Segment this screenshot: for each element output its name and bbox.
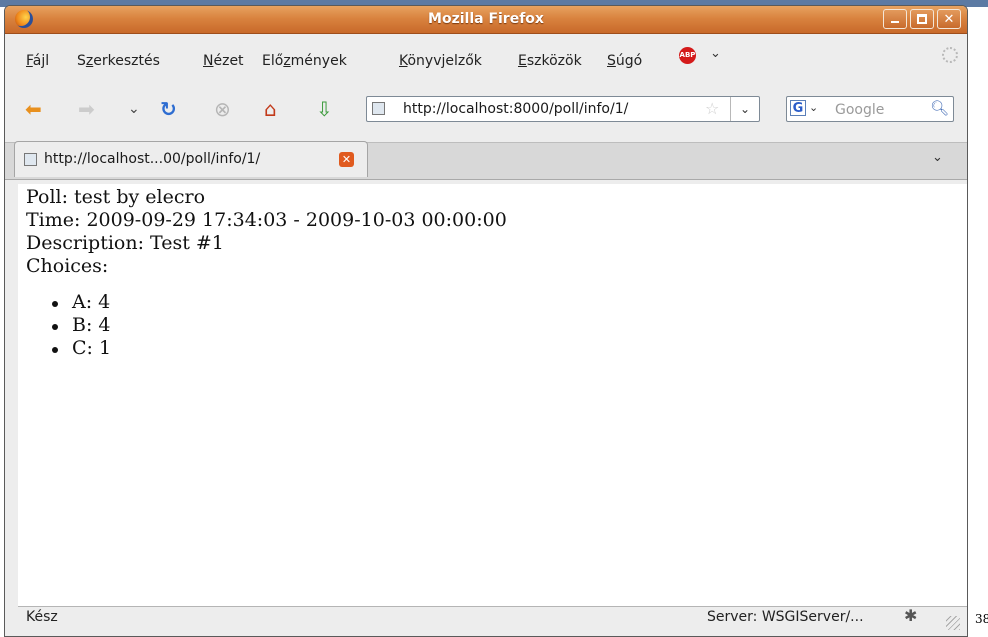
home-icon[interactable]: ⌂ <box>264 98 277 120</box>
url-bar[interactable]: http://localhost:8000/poll/info/1/ ☆ ⌄ <box>366 96 760 122</box>
menu-bookmarks[interactable]: Könyvjelzők <box>399 53 482 69</box>
window-controls: ✕ <box>883 9 961 29</box>
menu-file[interactable]: Fájl <box>26 53 49 69</box>
forward-arrow-icon[interactable]: ➡ <box>78 98 95 120</box>
server-status[interactable]: Server: WSGIServer/... <box>707 609 864 625</box>
close-button[interactable]: ✕ <box>937 9 961 29</box>
minimize-icon <box>891 21 899 23</box>
resize-grip-icon[interactable] <box>946 616 960 630</box>
list-item: B: 4 <box>52 314 507 337</box>
search-magnifier-icon[interactable]: 🔍︎ <box>930 99 949 117</box>
search-engine-dropdown-icon[interactable]: ⌄ <box>809 101 818 114</box>
menu-view[interactable]: Nézet <box>203 53 244 69</box>
menu-help[interactable]: Súgó <box>607 53 642 69</box>
poll-time: Time: 2009-09-29 17:34:03 - 2009-10-03 0… <box>26 209 507 231</box>
page-favicon-icon <box>372 102 385 115</box>
choices-list: A: 4 B: 4 C: 1 <box>26 291 507 360</box>
url-input[interactable]: http://localhost:8000/poll/info/1/ <box>403 101 628 117</box>
search-bar[interactable]: G ⌄ Google 🔍︎ <box>786 96 954 122</box>
google-icon[interactable]: G <box>790 100 806 116</box>
firebug-icon[interactable]: ✱ <box>904 606 917 625</box>
tab-label: http://localhost...00/poll/info/1/ <box>44 151 261 167</box>
page-body: Poll: test by elecro Time: 2009-09-29 17… <box>26 186 507 360</box>
side-number: 38 <box>975 612 988 626</box>
reload-icon[interactable]: ↻ <box>160 98 177 120</box>
adblock-dropdown-icon[interactable]: ⌄ <box>710 46 721 61</box>
minimize-button[interactable] <box>883 9 907 29</box>
back-arrow-icon[interactable]: ⬅ <box>25 98 42 120</box>
list-item: C: 1 <box>52 337 507 360</box>
list-item: A: 4 <box>52 291 507 314</box>
close-icon: ✕ <box>943 11 955 27</box>
url-dropdown-icon[interactable]: ⌄ <box>730 97 759 121</box>
tab-active[interactable]: http://localhost...00/poll/info/1/ ✕ <box>14 141 368 177</box>
poll-title: Poll: test by elecro <box>26 186 206 208</box>
menu-history[interactable]: Előzmények <box>262 53 347 69</box>
maximize-button[interactable] <box>910 9 934 29</box>
throbber-icon <box>942 47 958 63</box>
title-bar: Mozilla Firefox ✕ <box>5 6 967 34</box>
menu-tools[interactable]: Eszközök <box>518 53 582 69</box>
tab-close-icon[interactable]: ✕ <box>339 152 354 167</box>
poll-description: Description: Test #1 <box>26 232 224 254</box>
bookmark-star-icon[interactable]: ☆ <box>705 99 719 118</box>
download-icon[interactable]: ⇩ <box>316 98 333 120</box>
stop-icon[interactable]: ⊗ <box>214 98 231 120</box>
search-input[interactable]: Google <box>835 102 884 118</box>
maximize-icon <box>917 14 927 24</box>
window-title: Mozilla Firefox <box>428 11 544 27</box>
tab-favicon-icon <box>24 153 37 166</box>
history-dropdown-icon[interactable]: ⌄ <box>128 98 140 120</box>
menu-edit[interactable]: Szerkesztés <box>77 53 160 69</box>
choices-label: Choices: <box>26 255 109 277</box>
adblock-icon[interactable]: ABP <box>679 47 696 64</box>
tab-list-icon[interactable]: ⌄ <box>932 150 943 165</box>
status-text: Kész <box>26 609 58 625</box>
